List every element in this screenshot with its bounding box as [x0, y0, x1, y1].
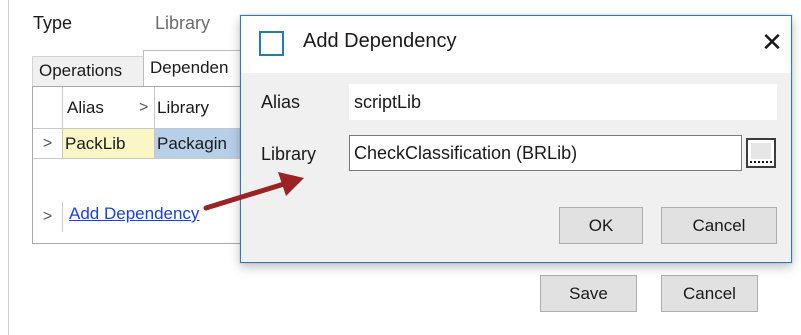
cancel-button[interactable]: Cancel — [661, 207, 777, 244]
library-label: Library — [261, 144, 317, 164]
left-divider — [8, 0, 9, 335]
dialog-title: Add Dependency — [303, 30, 457, 52]
save-button[interactable]: Save — [540, 275, 637, 312]
dialog-titlebar[interactable]: Add Dependency ✕ — [241, 16, 791, 73]
add-dependency-link[interactable]: Add Dependency — [69, 204, 199, 224]
type-value: Library — [155, 13, 211, 33]
tab-operations[interactable]: Operations — [32, 56, 144, 86]
column-header-library[interactable]: Library — [155, 87, 249, 129]
dependencies-grid: Alias > Library > PackLib Packagin > Add… — [32, 86, 249, 244]
app-window-icon — [259, 31, 284, 56]
table-row[interactable]: > PackLib Packagin — [33, 129, 249, 159]
add-dependency-dialog: Add Dependency ✕ Alias Library OK Cancel — [240, 15, 792, 263]
cell-library[interactable]: Packagin — [155, 129, 249, 159]
alias-label: Alias — [261, 92, 301, 112]
column-header-alias-label: Alias — [67, 98, 104, 117]
grid-header: Alias > Library — [33, 87, 249, 129]
tab-dependencies[interactable]: Dependen — [143, 50, 248, 86]
browse-dots — [750, 155, 772, 163]
editor-cancel-button[interactable]: Cancel — [661, 275, 758, 312]
column-chevron-icon: > — [139, 99, 149, 116]
new-row-indicator-icon: > — [33, 202, 63, 232]
alias-input[interactable] — [349, 84, 777, 120]
browse-ellipsis-icon[interactable] — [746, 138, 776, 168]
library-input[interactable] — [349, 135, 742, 171]
column-header-alias[interactable]: Alias > — [63, 87, 155, 129]
type-label: Type — [33, 13, 73, 33]
row-expander-icon[interactable]: > — [33, 129, 63, 159]
grid-header-corner — [33, 87, 63, 129]
ok-button[interactable]: OK — [559, 207, 643, 244]
close-icon[interactable]: ✕ — [757, 24, 787, 60]
cell-alias[interactable]: PackLib — [63, 129, 155, 159]
